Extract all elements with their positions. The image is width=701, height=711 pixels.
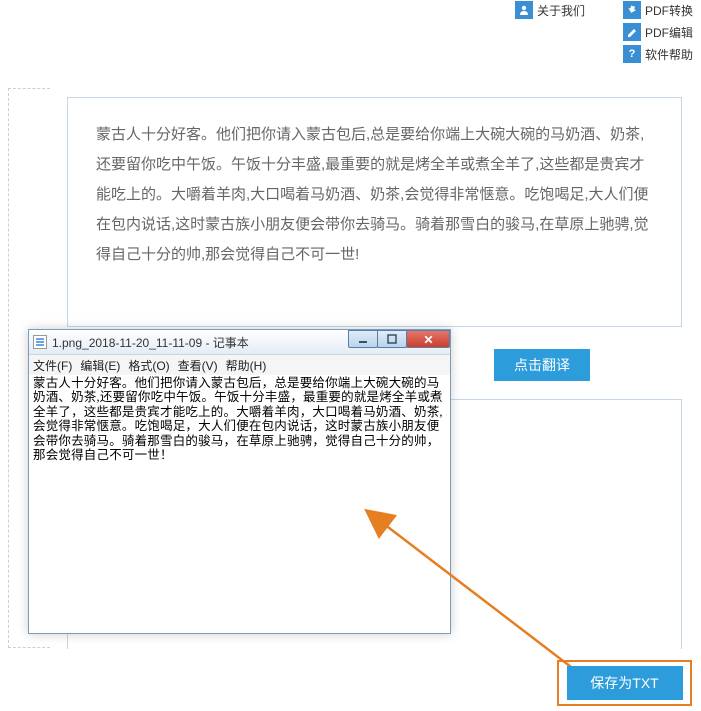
pdf-convert-label: PDF转换 <box>645 2 693 19</box>
pdf-convert-link[interactable]: PDF转换 <box>623 0 693 20</box>
nav-group-left: 关于我们 <box>515 0 585 64</box>
notepad-titlebar[interactable]: 1.png_2018-11-20_11-11-09 - 记事本 <box>29 330 450 355</box>
notepad-file-icon <box>33 335 47 349</box>
menu-help[interactable]: 帮助(H) <box>226 357 267 374</box>
notepad-title: 1.png_2018-11-20_11-11-09 - 记事本 <box>52 334 249 351</box>
notepad-menubar: 文件(F) 编辑(E) 格式(O) 查看(V) 帮助(H) <box>29 355 450 375</box>
pdf-edit-link[interactable]: PDF编辑 <box>623 22 693 42</box>
menu-edit[interactable]: 编辑(E) <box>80 357 120 374</box>
about-us-label: 关于我们 <box>537 2 585 19</box>
translate-button[interactable]: 点击翻译 <box>494 349 590 381</box>
maximize-button[interactable] <box>377 330 407 348</box>
software-help-label: 软件帮助 <box>645 46 693 63</box>
save-txt-button[interactable]: 保存为TXT <box>567 666 683 700</box>
software-help-link[interactable]: ? 软件帮助 <box>623 44 693 64</box>
person-icon <box>515 1 533 19</box>
content-box: 蒙古人十分好客。他们把你请入蒙古包后,总是要给你端上大碗大碗的马奶酒、奶茶,还要… <box>67 97 682 327</box>
about-us-link[interactable]: 关于我们 <box>515 0 585 20</box>
convert-icon <box>623 1 641 19</box>
menu-file[interactable]: 文件(F) <box>33 357 72 374</box>
notepad-textarea[interactable]: 蒙古人十分好客。他们把你请入蒙古包后，总是要给你端上大碗大碗的马奶酒、奶茶,还要… <box>29 375 450 633</box>
notepad-window: 1.png_2018-11-20_11-11-09 - 记事本 文件(F) 编辑… <box>28 329 451 634</box>
edit-icon <box>623 23 641 41</box>
window-controls <box>349 330 450 348</box>
save-button-highlight: 保存为TXT <box>557 660 692 706</box>
content-text: 蒙古人十分好客。他们把你请入蒙古包后,总是要给你端上大碗大碗的马奶酒、奶茶,还要… <box>96 120 653 270</box>
help-icon: ? <box>623 45 641 63</box>
menu-format[interactable]: 格式(O) <box>128 357 169 374</box>
minimize-button[interactable] <box>348 330 378 348</box>
close-button[interactable] <box>406 330 450 348</box>
top-nav: 关于我们 PDF转换 PDF编辑 ? 软件帮助 <box>515 0 693 64</box>
menu-view[interactable]: 查看(V) <box>178 357 218 374</box>
pdf-edit-label: PDF编辑 <box>645 24 693 41</box>
nav-group-right: PDF转换 PDF编辑 ? 软件帮助 <box>623 0 693 64</box>
